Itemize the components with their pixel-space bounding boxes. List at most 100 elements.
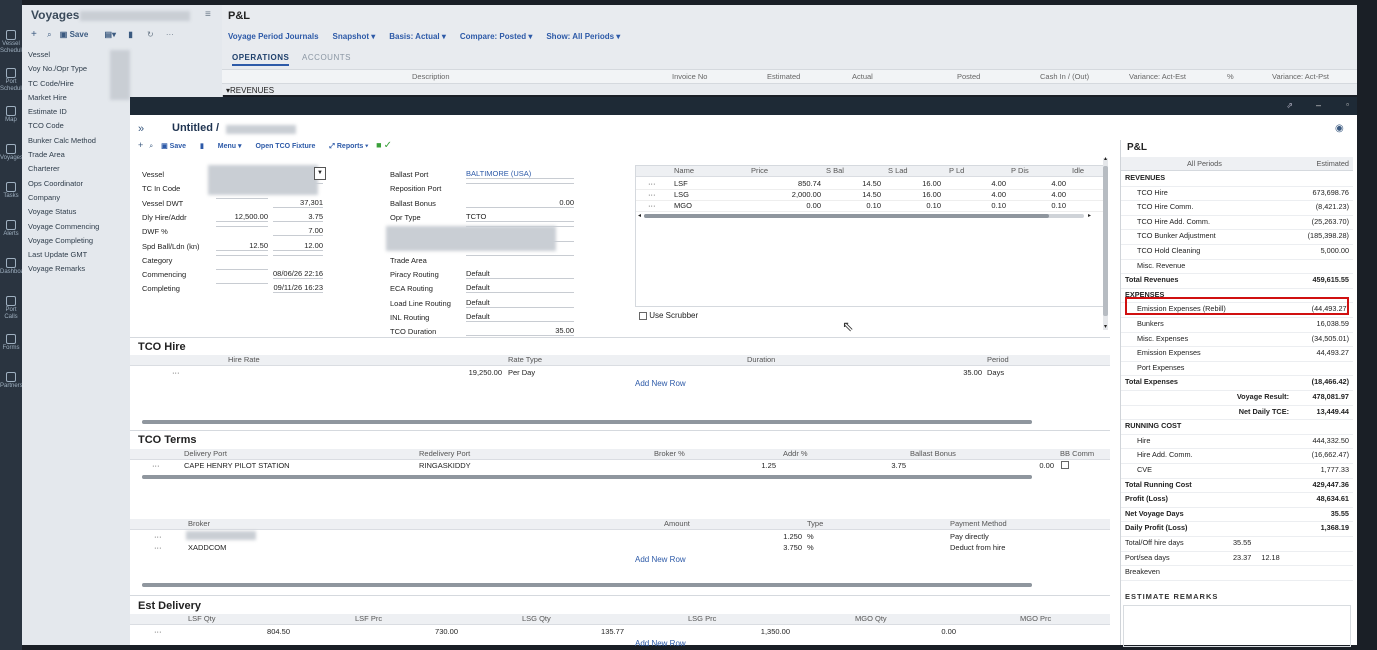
open-tco-fixture-button[interactable]: Open TCO Fixture (255, 143, 315, 150)
minimize-icon[interactable]: – (1316, 100, 1321, 110)
scroll-up-icon[interactable]: ▴ (1104, 155, 1107, 162)
field-value[interactable]: 35.00 (466, 326, 574, 337)
scroll-right-icon[interactable]: ▸ (1088, 212, 1091, 219)
field-value-2[interactable]: 37,301 (273, 198, 323, 208)
bunker-cell[interactable]: LSF (674, 179, 688, 188)
table-row[interactable]: ··· 804.50 730.00 135.77 1,350.00 0.00 (130, 627, 1110, 637)
rail-item[interactable]: Alerts (0, 220, 22, 238)
expand-icon[interactable]: » (138, 123, 144, 135)
bunker-cell[interactable]: 0.10 (886, 201, 941, 210)
est-delivery-cell[interactable]: 804.50 (240, 627, 290, 636)
rail-item[interactable]: Tasks (0, 182, 22, 200)
rail-item[interactable]: Vessel Schedule (0, 30, 25, 55)
copy-icon[interactable]: ▤▾ (105, 30, 117, 39)
rail-item[interactable]: Dashboard (0, 258, 29, 276)
bunker-cell[interactable]: 14.50 (826, 190, 881, 199)
rail-item[interactable]: Map (0, 106, 22, 124)
row-menu-icon[interactable]: ··· (154, 627, 162, 636)
field-value[interactable]: 0.00 (466, 198, 574, 208)
field-value-2[interactable]: 09/11/26 16:23 (273, 283, 323, 294)
field-value-1[interactable] (216, 254, 268, 256)
tco-terms-scrollbar[interactable] (142, 475, 1032, 479)
scroll-down-icon[interactable]: ▾ (1104, 323, 1107, 330)
broker-amount[interactable]: 3.750 (750, 543, 802, 552)
search-icon[interactable]: ⌕ (149, 143, 153, 150)
rail-item[interactable]: Voyages (0, 144, 23, 162)
bunker-cell[interactable]: 4.00 (951, 179, 1006, 188)
scroll-thumb[interactable] (142, 475, 1032, 479)
modal-vscroll[interactable]: ▴ ▾ (1104, 155, 1109, 333)
bunker-cell[interactable]: 850.74 (766, 179, 821, 188)
rail-item[interactable]: Port Schedule (0, 68, 25, 93)
tab-operations[interactable]: OPERATIONS (232, 53, 290, 66)
save-button[interactable]: ▣ Save (161, 143, 186, 150)
search-icon[interactable]: ⌕ (47, 30, 51, 39)
row-menu-icon[interactable]: ··· (172, 368, 180, 377)
table-row[interactable]: ··· MGO 0.00 0.10 0.10 0.10 0.10 (636, 200, 1106, 212)
broker-name[interactable]: XADDCOM (188, 543, 226, 552)
period-unit[interactable]: Days (987, 368, 1004, 377)
hire-rate[interactable]: 19,250.00 (430, 368, 502, 377)
bunker-cell[interactable]: 16.00 (886, 179, 941, 188)
bunker-cell[interactable]: 0.10 (951, 201, 1006, 210)
estimate-remarks-input[interactable] (1123, 605, 1351, 647)
field-value-1[interactable] (216, 269, 268, 271)
field-value-1[interactable]: 12,500.00 (216, 212, 268, 222)
field-value-2[interactable]: 3.75 (273, 212, 323, 222)
pl-toolbar-item[interactable]: Basis: Actual ▾ (389, 32, 446, 41)
delete-icon[interactable]: ▮ (128, 30, 132, 39)
pl-toolbar-item[interactable]: Snapshot ▾ (333, 32, 376, 41)
field-value[interactable] (466, 254, 574, 256)
bb-comm-checkbox[interactable] (1061, 460, 1069, 470)
add-new-row-button[interactable]: Add New Row (635, 379, 686, 388)
field-value[interactable]: Default (466, 283, 574, 294)
bunker-cell[interactable]: 4.00 (1011, 190, 1066, 199)
popout-icon[interactable]: ⇗ (1286, 101, 1293, 110)
add-icon[interactable]: + (138, 140, 143, 150)
refresh-icon[interactable]: ↻ (147, 30, 154, 39)
bunker-cell[interactable]: 0.10 (1011, 201, 1066, 210)
field-value-2[interactable]: 7.00 (273, 226, 323, 237)
tab-accounts[interactable]: ACCOUNTS (302, 53, 351, 62)
field-value[interactable]: Default (466, 298, 574, 308)
row-menu-icon[interactable]: ··· (648, 190, 656, 199)
broker-amount[interactable]: 1.250 (750, 532, 802, 541)
use-scrubber-checkbox[interactable] (639, 311, 647, 320)
delivery-port[interactable]: CAPE HENRY PILOT STATION (184, 461, 290, 470)
field-value-1[interactable] (216, 226, 268, 228)
broker-type[interactable]: % (807, 543, 814, 552)
broker-payment-method[interactable]: Deduct from hire (950, 543, 1005, 552)
pl-toolbar-item[interactable]: Compare: Posted ▾ (460, 32, 532, 41)
globe-icon[interactable]: ◉ (1335, 123, 1344, 134)
rail-item[interactable]: Port Calls (0, 296, 22, 321)
maximize-icon[interactable]: ▫ (1346, 100, 1349, 109)
row-menu-icon[interactable]: ··· (154, 543, 162, 552)
table-row[interactable]: ··· CAPE HENRY PILOT STATION RINGASKIDDY… (130, 461, 1110, 471)
field-value[interactable]: BALTIMORE (USA) (466, 169, 574, 179)
rail-item[interactable]: Forms (0, 334, 22, 352)
redelivery-port[interactable]: RINGASKIDDY (419, 461, 471, 470)
menu-icon[interactable]: ≡ (205, 9, 211, 20)
table-row[interactable]: ··· 1.250% Pay directly (130, 531, 1110, 542)
field-value-2[interactable]: 12.00 (273, 241, 323, 251)
addr-pct[interactable]: 1.25 (730, 461, 776, 470)
rail-item[interactable]: Partners (0, 372, 23, 390)
save-button[interactable]: ▣ Save (60, 30, 88, 39)
add-icon[interactable]: + (31, 29, 37, 40)
bunker-cell[interactable]: 0.00 (766, 201, 821, 210)
scroll-left-icon[interactable]: ◂ (638, 212, 641, 219)
bunker-cell[interactable]: LSG (674, 190, 689, 199)
field-value-1[interactable]: 12.50 (216, 241, 268, 251)
menu-button[interactable]: Menu ▾ (218, 143, 242, 150)
bunker-cell[interactable]: 2,000.00 (766, 190, 821, 199)
field-value[interactable]: TCTO (466, 212, 574, 222)
field-value[interactable]: Default (466, 312, 574, 322)
rate-type[interactable]: Per Day (508, 368, 535, 377)
use-scrubber[interactable]: Use Scrubber (639, 311, 698, 320)
add-new-row-button[interactable]: Add New Row (635, 555, 686, 564)
bb-comm-value[interactable]: 0.00 (1010, 461, 1054, 470)
bunker-cell[interactable]: 16.00 (886, 190, 941, 199)
row-menu-icon[interactable]: ··· (152, 461, 160, 470)
vessel-dropdown[interactable]: ▼ (314, 167, 326, 180)
field-value-1[interactable] (216, 197, 268, 199)
